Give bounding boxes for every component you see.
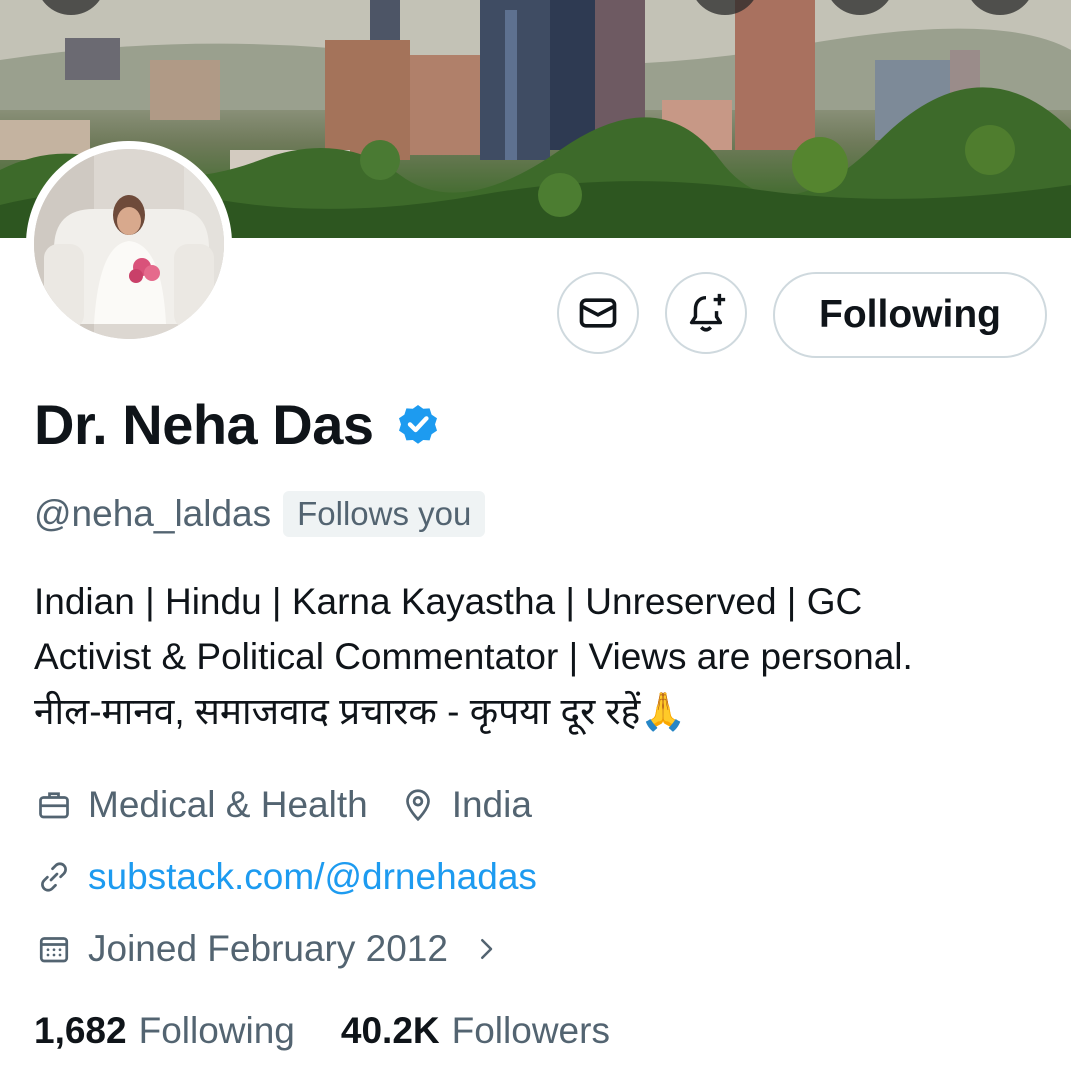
notifications-button[interactable] [665, 272, 747, 354]
message-button[interactable] [557, 272, 639, 354]
verified-badge-icon[interactable] [394, 400, 442, 453]
location-pin-icon [398, 785, 438, 825]
briefcase-icon [34, 785, 74, 825]
bio-line: Indian | Hindu | Karna Kayastha | Unrese… [34, 581, 863, 622]
location: India [451, 784, 532, 825]
envelope-icon [579, 298, 617, 328]
followers-label: Followers [451, 1010, 610, 1051]
name-row: Dr. Neha Das [34, 392, 442, 457]
bio: Indian | Hindu | Karna Kayastha | Unrese… [34, 574, 1054, 739]
joined-date: Joined February 2012 [88, 928, 448, 969]
website-row: substack.com/@drnehadas [34, 856, 537, 898]
following-count: 1,682 [34, 1010, 127, 1051]
follows-you-badge: Follows you [283, 491, 486, 537]
website-link[interactable]: substack.com/@drnehadas [88, 856, 537, 898]
following-stat[interactable]: 1,682 Following [34, 1010, 295, 1052]
professional-category: Medical & Health [88, 784, 368, 825]
bell-plus-icon [689, 293, 726, 332]
follow-stats: 1,682 Following 40.2K Followers [34, 1010, 610, 1052]
link-icon [34, 857, 74, 897]
bio-line: नील-मानव, समाजवाद प्रचारक - कृपया दूर रह… [34, 691, 687, 732]
display-name: Dr. Neha Das [34, 393, 374, 456]
bio-line: Activist & Political Commentator | Views… [34, 636, 913, 677]
avatar-border [26, 141, 232, 347]
avatar[interactable] [34, 149, 224, 339]
following-label: Following [138, 1010, 295, 1051]
followers-count: 40.2K [340, 1010, 440, 1051]
category-location-row: Medical & Health India [34, 784, 532, 826]
followers-stat[interactable]: 40.2K Followers [341, 1010, 610, 1052]
following-button[interactable]: Following [773, 272, 1047, 358]
joined-row[interactable]: Joined February 2012 [34, 928, 520, 970]
handle-row: @neha_laldas Follows you [34, 491, 486, 537]
calendar-icon [34, 929, 74, 969]
chevron-right-icon [466, 929, 506, 969]
handle: @neha_laldas [34, 493, 272, 534]
